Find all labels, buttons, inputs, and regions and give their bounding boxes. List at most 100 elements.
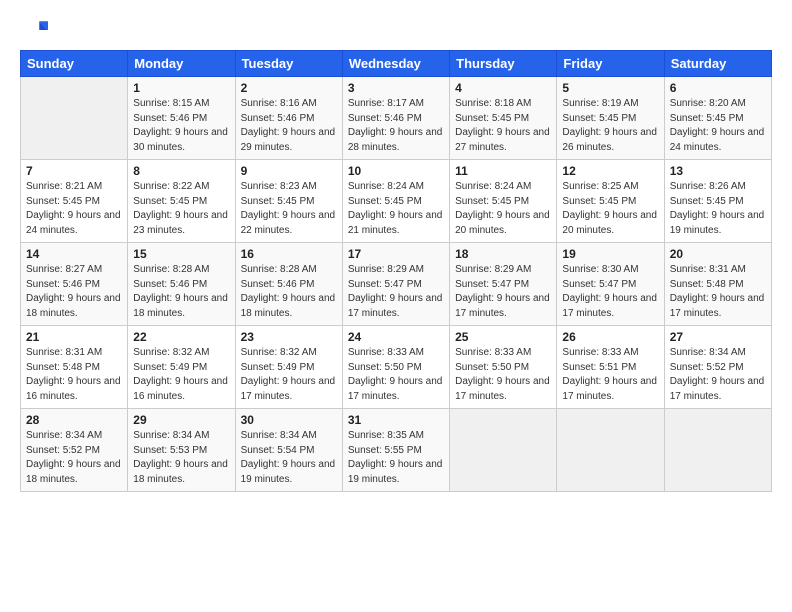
logo-icon	[20, 16, 48, 44]
sunrise-text: Sunrise: 8:28 AM	[133, 264, 209, 275]
daylight-text: Daylight: 9 hours and 23 minutes.	[133, 210, 228, 236]
calendar-cell: 6 Sunrise: 8:20 AM Sunset: 5:45 PM Dayli…	[664, 77, 771, 160]
sunset-text: Sunset: 5:46 PM	[133, 113, 207, 124]
cell-info: Sunrise: 8:31 AM Sunset: 5:48 PM Dayligh…	[26, 346, 122, 404]
sunset-text: Sunset: 5:46 PM	[241, 113, 315, 124]
daylight-text: Daylight: 9 hours and 28 minutes.	[348, 127, 443, 153]
cell-info: Sunrise: 8:29 AM Sunset: 5:47 PM Dayligh…	[348, 263, 444, 321]
daylight-text: Daylight: 9 hours and 16 minutes.	[26, 376, 121, 402]
sunrise-text: Sunrise: 8:25 AM	[562, 181, 638, 192]
day-number: 22	[133, 330, 229, 344]
calendar-cell: 7 Sunrise: 8:21 AM Sunset: 5:45 PM Dayli…	[21, 160, 128, 243]
cell-info: Sunrise: 8:30 AM Sunset: 5:47 PM Dayligh…	[562, 263, 658, 321]
sunrise-text: Sunrise: 8:29 AM	[348, 264, 424, 275]
daylight-text: Daylight: 9 hours and 18 minutes.	[26, 293, 121, 319]
logo	[20, 16, 52, 44]
weekday-header-sunday: Sunday	[21, 51, 128, 77]
sunset-text: Sunset: 5:45 PM	[562, 113, 636, 124]
cell-info: Sunrise: 8:33 AM Sunset: 5:50 PM Dayligh…	[455, 346, 551, 404]
day-number: 17	[348, 247, 444, 261]
sunset-text: Sunset: 5:52 PM	[670, 362, 744, 373]
calendar-cell: 23 Sunrise: 8:32 AM Sunset: 5:49 PM Dayl…	[235, 326, 342, 409]
sunset-text: Sunset: 5:45 PM	[562, 196, 636, 207]
sunrise-text: Sunrise: 8:20 AM	[670, 98, 746, 109]
calendar-cell: 4 Sunrise: 8:18 AM Sunset: 5:45 PM Dayli…	[450, 77, 557, 160]
weekday-header-thursday: Thursday	[450, 51, 557, 77]
weekday-header-wednesday: Wednesday	[342, 51, 449, 77]
calendar-cell: 21 Sunrise: 8:31 AM Sunset: 5:48 PM Dayl…	[21, 326, 128, 409]
cell-info: Sunrise: 8:35 AM Sunset: 5:55 PM Dayligh…	[348, 429, 444, 487]
cell-info: Sunrise: 8:29 AM Sunset: 5:47 PM Dayligh…	[455, 263, 551, 321]
day-number: 15	[133, 247, 229, 261]
sunrise-text: Sunrise: 8:34 AM	[26, 430, 102, 441]
daylight-text: Daylight: 9 hours and 17 minutes.	[670, 293, 765, 319]
daylight-text: Daylight: 9 hours and 17 minutes.	[348, 376, 443, 402]
sunrise-text: Sunrise: 8:16 AM	[241, 98, 317, 109]
sunset-text: Sunset: 5:45 PM	[455, 113, 529, 124]
sunrise-text: Sunrise: 8:31 AM	[670, 264, 746, 275]
day-number: 18	[455, 247, 551, 261]
calendar-cell: 8 Sunrise: 8:22 AM Sunset: 5:45 PM Dayli…	[128, 160, 235, 243]
daylight-text: Daylight: 9 hours and 21 minutes.	[348, 210, 443, 236]
calendar-cell: 15 Sunrise: 8:28 AM Sunset: 5:46 PM Dayl…	[128, 243, 235, 326]
daylight-text: Daylight: 9 hours and 27 minutes.	[455, 127, 550, 153]
calendar-cell: 28 Sunrise: 8:34 AM Sunset: 5:52 PM Dayl…	[21, 409, 128, 492]
sunset-text: Sunset: 5:46 PM	[241, 279, 315, 290]
daylight-text: Daylight: 9 hours and 18 minutes.	[133, 459, 228, 485]
sunrise-text: Sunrise: 8:34 AM	[670, 347, 746, 358]
cell-info: Sunrise: 8:19 AM Sunset: 5:45 PM Dayligh…	[562, 97, 658, 155]
sunset-text: Sunset: 5:46 PM	[26, 279, 100, 290]
calendar-cell: 24 Sunrise: 8:33 AM Sunset: 5:50 PM Dayl…	[342, 326, 449, 409]
daylight-text: Daylight: 9 hours and 17 minutes.	[455, 376, 550, 402]
calendar-cell: 1 Sunrise: 8:15 AM Sunset: 5:46 PM Dayli…	[128, 77, 235, 160]
sunrise-text: Sunrise: 8:32 AM	[133, 347, 209, 358]
calendar-week-2: 7 Sunrise: 8:21 AM Sunset: 5:45 PM Dayli…	[21, 160, 772, 243]
calendar-cell: 20 Sunrise: 8:31 AM Sunset: 5:48 PM Dayl…	[664, 243, 771, 326]
sunset-text: Sunset: 5:49 PM	[241, 362, 315, 373]
daylight-text: Daylight: 9 hours and 19 minutes.	[241, 459, 336, 485]
day-number: 11	[455, 164, 551, 178]
header	[20, 16, 772, 44]
sunrise-text: Sunrise: 8:19 AM	[562, 98, 638, 109]
daylight-text: Daylight: 9 hours and 17 minutes.	[455, 293, 550, 319]
cell-info: Sunrise: 8:34 AM Sunset: 5:52 PM Dayligh…	[670, 346, 766, 404]
calendar-cell	[557, 409, 664, 492]
cell-info: Sunrise: 8:15 AM Sunset: 5:46 PM Dayligh…	[133, 97, 229, 155]
daylight-text: Daylight: 9 hours and 24 minutes.	[670, 127, 765, 153]
day-number: 14	[26, 247, 122, 261]
sunset-text: Sunset: 5:47 PM	[348, 279, 422, 290]
calendar-week-3: 14 Sunrise: 8:27 AM Sunset: 5:46 PM Dayl…	[21, 243, 772, 326]
daylight-text: Daylight: 9 hours and 18 minutes.	[133, 293, 228, 319]
daylight-text: Daylight: 9 hours and 29 minutes.	[241, 127, 336, 153]
calendar-week-1: 1 Sunrise: 8:15 AM Sunset: 5:46 PM Dayli…	[21, 77, 772, 160]
cell-info: Sunrise: 8:28 AM Sunset: 5:46 PM Dayligh…	[133, 263, 229, 321]
day-number: 28	[26, 413, 122, 427]
daylight-text: Daylight: 9 hours and 30 minutes.	[133, 127, 228, 153]
daylight-text: Daylight: 9 hours and 17 minutes.	[670, 376, 765, 402]
sunrise-text: Sunrise: 8:28 AM	[241, 264, 317, 275]
daylight-text: Daylight: 9 hours and 18 minutes.	[26, 459, 121, 485]
calendar-cell: 30 Sunrise: 8:34 AM Sunset: 5:54 PM Dayl…	[235, 409, 342, 492]
sunset-text: Sunset: 5:50 PM	[348, 362, 422, 373]
calendar-week-4: 21 Sunrise: 8:31 AM Sunset: 5:48 PM Dayl…	[21, 326, 772, 409]
daylight-text: Daylight: 9 hours and 22 minutes.	[241, 210, 336, 236]
day-number: 31	[348, 413, 444, 427]
sunset-text: Sunset: 5:48 PM	[670, 279, 744, 290]
cell-info: Sunrise: 8:27 AM Sunset: 5:46 PM Dayligh…	[26, 263, 122, 321]
daylight-text: Daylight: 9 hours and 19 minutes.	[670, 210, 765, 236]
sunrise-text: Sunrise: 8:24 AM	[455, 181, 531, 192]
sunrise-text: Sunrise: 8:18 AM	[455, 98, 531, 109]
sunrise-text: Sunrise: 8:35 AM	[348, 430, 424, 441]
page: SundayMondayTuesdayWednesdayThursdayFrid…	[0, 0, 792, 612]
sunrise-text: Sunrise: 8:33 AM	[455, 347, 531, 358]
calendar-cell: 14 Sunrise: 8:27 AM Sunset: 5:46 PM Dayl…	[21, 243, 128, 326]
cell-info: Sunrise: 8:32 AM Sunset: 5:49 PM Dayligh…	[241, 346, 337, 404]
day-number: 5	[562, 81, 658, 95]
calendar-cell: 9 Sunrise: 8:23 AM Sunset: 5:45 PM Dayli…	[235, 160, 342, 243]
calendar-cell: 3 Sunrise: 8:17 AM Sunset: 5:46 PM Dayli…	[342, 77, 449, 160]
sunrise-text: Sunrise: 8:24 AM	[348, 181, 424, 192]
calendar-cell	[21, 77, 128, 160]
sunset-text: Sunset: 5:45 PM	[241, 196, 315, 207]
sunrise-text: Sunrise: 8:34 AM	[133, 430, 209, 441]
calendar-cell	[450, 409, 557, 492]
